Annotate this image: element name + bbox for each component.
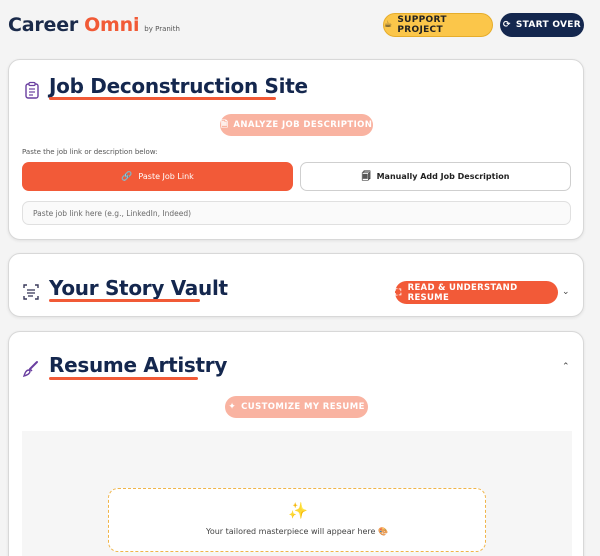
title-underline [49,299,200,302]
job-deconstruction-card: Job Deconstruction Site 🗎 ANALYZE JOB DE… [8,59,584,240]
placeholder-message: Your tailored masterpiece will appear he… [206,527,388,536]
sparkles-icon: ✦ [228,402,237,412]
start-over-label: START OVER [515,20,581,30]
support-project-label: SUPPORT PROJECT [397,15,447,35]
refresh-icon: ⟳ [503,20,511,30]
customize-resume-label: CUSTOMIZE MY RESUME [241,402,365,412]
paste-job-link-tab[interactable]: 🔗 Paste Job Link [22,162,293,191]
sparkles-icon: ✨ [288,501,308,520]
manual-add-job-tab[interactable]: 🗐 Manually Add Job Description [300,162,571,191]
scan-icon: ⛶ [395,287,402,298]
title-underline [49,377,198,380]
analyze-job-label: ANALYZE JOB DESCRIPTION [233,120,373,130]
start-over-button[interactable]: ⟳ START OVER [500,13,584,37]
coffee-icon: ☕ [384,20,393,30]
brand-name-part1: Career [8,14,79,36]
paintbrush-icon [22,361,38,378]
story-section-title: Your Story Vault [49,276,228,300]
analyze-job-button[interactable]: 🗎 ANALYZE JOB DESCRIPTION [220,114,373,136]
support-project-button[interactable]: ☕ SUPPORT PROJECT [383,13,493,37]
resume-preview-area: ✨ Your tailored masterpiece will appear … [22,431,572,556]
read-resume-button[interactable]: ⛶ READ & UNDERSTAND RESUME [395,281,558,304]
brand-byline: by Pranith [144,25,180,33]
manual-add-job-label: Manually Add Job Description [376,172,510,181]
resume-artistry-card: Resume Artistry ⌃ ✦ CUSTOMIZE MY RESUME … [8,331,584,556]
story-vault-card: Your Story Vault ⛶ READ & UNDERSTAND RES… [8,253,584,317]
artistry-section-title: Resume Artistry [49,353,228,377]
chevron-down-icon[interactable]: ⌄ [562,287,570,297]
resume-placeholder-box: ✨ Your tailored masterpiece will appear … [108,488,486,552]
brand-name-part2: Omni [84,14,140,36]
read-resume-label: READ & UNDERSTAND RESUME [407,282,518,303]
customize-resume-button[interactable]: ✦ CUSTOMIZE MY RESUME [225,396,368,418]
title-underline [49,97,276,100]
job-link-input[interactable] [22,201,571,225]
paste-job-link-label: Paste Job Link [138,172,194,181]
brand-logo: Career Omni by Pranith [8,14,180,36]
chevron-up-icon[interactable]: ⌃ [562,362,570,372]
job-section-title: Job Deconstruction Site [49,74,308,98]
edit-document-icon: 🗐 [361,171,371,182]
paste-instruction: Paste the job link or description below: [22,148,158,156]
document-icon: 🗎 [220,120,229,130]
scan-text-icon [23,284,39,300]
app-header: Career Omni by Pranith ☕ SUPPORT PROJECT… [0,0,600,50]
link-icon: 🔗 [121,171,133,182]
clipboard-icon [25,81,39,99]
